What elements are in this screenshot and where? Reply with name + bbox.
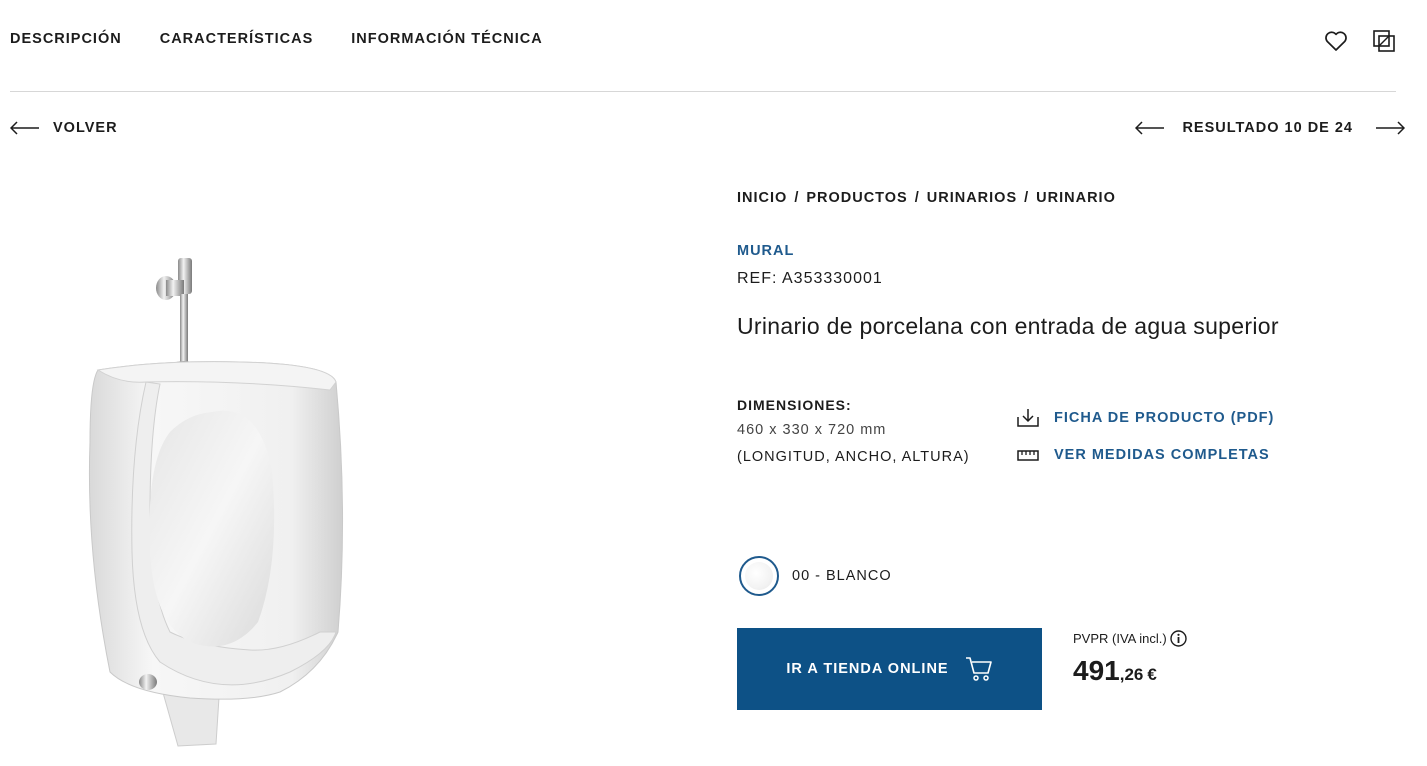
back-label: VOLVER bbox=[53, 120, 118, 136]
breadcrumb-current: URINARIO bbox=[1036, 190, 1116, 206]
results-navigation: RESULTADO 10 DE 24 bbox=[1135, 120, 1405, 136]
results-counter: RESULTADO 10 DE 24 bbox=[1182, 120, 1353, 136]
breadcrumb-separator: / bbox=[794, 190, 800, 206]
tab-caracteristicas[interactable]: CARACTERÍSTICAS bbox=[160, 31, 314, 47]
tab-descripcion[interactable]: DESCRIPCIÓN bbox=[10, 31, 122, 47]
breadcrumb-separator: / bbox=[914, 190, 920, 206]
product-sheet-pdf-link[interactable]: FICHA DE PRODUCTO (PDF) bbox=[1016, 408, 1274, 428]
dimensions-value: 460 x 330 x 720 mm bbox=[737, 422, 887, 438]
product-title: Urinario de porcelana con entrada de agu… bbox=[737, 313, 1279, 339]
dimensions-note: (LONGITUD, ANCHO, ALTURA) bbox=[737, 449, 970, 465]
breadcrumb-separator: / bbox=[1024, 190, 1030, 206]
product-reference: REF: A353330001 bbox=[737, 270, 883, 287]
price-label: PVPR (IVA incl.) bbox=[1073, 631, 1167, 646]
product-sheet-pdf-label: FICHA DE PRODUCTO (PDF) bbox=[1054, 410, 1275, 426]
price-integer: 491 bbox=[1073, 655, 1120, 686]
breadcrumb: INICIO / PRODUCTOS / URINARIOS / URINARI… bbox=[737, 190, 1116, 206]
info-icon[interactable] bbox=[1169, 630, 1187, 647]
color-swatch-blanco[interactable] bbox=[739, 556, 779, 596]
price-decimal: ,26 bbox=[1119, 665, 1144, 684]
prev-result-arrow-icon[interactable] bbox=[1135, 121, 1165, 135]
color-swatch-fill bbox=[745, 562, 773, 590]
header-actions bbox=[1323, 28, 1397, 54]
full-measures-label: VER MEDIDAS COMPLETAS bbox=[1054, 447, 1270, 463]
full-measures-link[interactable]: VER MEDIDAS COMPLETAS bbox=[1016, 445, 1270, 465]
breadcrumb-productos[interactable]: PRODUCTOS bbox=[806, 190, 907, 206]
heart-icon[interactable] bbox=[1323, 28, 1349, 54]
section-tabs: DESCRIPCIÓN CARACTERÍSTICAS INFORMACIÓN … bbox=[10, 31, 581, 47]
tab-informacion-tecnica[interactable]: INFORMACIÓN TÉCNICA bbox=[351, 31, 542, 47]
dimensions-label: DIMENSIONES: bbox=[737, 397, 852, 413]
arrow-left-icon bbox=[10, 121, 39, 135]
compare-icon[interactable] bbox=[1371, 28, 1397, 54]
online-shop-label: IR A TIENDA ONLINE bbox=[786, 661, 949, 677]
price-currency: € bbox=[1147, 665, 1157, 684]
color-option-label: 00 - BLANCO bbox=[792, 568, 892, 584]
price-label-row: PVPR (IVA incl.) bbox=[1073, 630, 1187, 647]
next-result-arrow-icon[interactable] bbox=[1375, 121, 1405, 135]
product-image bbox=[80, 252, 360, 752]
ruler-icon bbox=[1017, 450, 1039, 461]
breadcrumb-inicio[interactable]: INICIO bbox=[737, 190, 787, 206]
breadcrumb-urinarios[interactable]: URINARIOS bbox=[927, 190, 1017, 206]
shopping-cart-icon bbox=[965, 657, 992, 681]
back-link[interactable]: VOLVER bbox=[10, 120, 118, 136]
collection-link[interactable]: MURAL bbox=[737, 243, 794, 259]
price: 491 ,26 € bbox=[1073, 655, 1157, 687]
download-icon bbox=[1017, 409, 1039, 427]
online-shop-button[interactable]: IR A TIENDA ONLINE bbox=[737, 628, 1042, 710]
header-divider bbox=[10, 91, 1396, 92]
